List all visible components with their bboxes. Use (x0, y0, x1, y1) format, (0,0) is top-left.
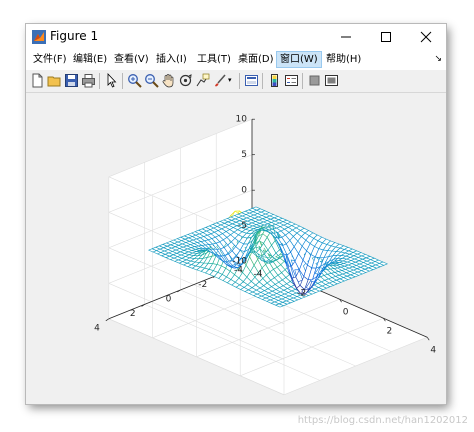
show-plot-tools-icon[interactable] (324, 73, 339, 88)
x-tick-label: -4 (254, 270, 263, 280)
x-tick-label: 4 (430, 346, 436, 356)
pan-hand-icon[interactable] (161, 73, 176, 88)
y-tick (105, 318, 109, 322)
window-title: Figure 1 (50, 29, 99, 43)
hide-plot-tools-icon[interactable] (307, 73, 322, 88)
zoom-in-icon[interactable] (127, 73, 142, 88)
x-tick-label: -2 (297, 289, 306, 299)
menu-file[interactable]: 文件(F) (30, 52, 70, 67)
brush-dropdown-icon[interactable]: ▾ (228, 73, 243, 88)
open-file-icon[interactable] (47, 73, 62, 88)
plot-area: -4 -2 0 2 4 -4 -2 0 2 4 10 5 0 -5 -10 (26, 93, 446, 404)
figure-window: Figure 1 文件(F) 编辑(E) 查看(V) 插入(I) 工具(T) 桌… (26, 24, 446, 404)
minimize-button[interactable] (326, 24, 366, 50)
z-tick-label: 5 (241, 150, 247, 160)
brush-icon[interactable] (212, 73, 227, 88)
menu-help[interactable]: 帮助(H) (323, 52, 364, 67)
menubar-overflow-icon[interactable]: ↘ (434, 54, 442, 64)
menu-bar: 文件(F) 编辑(E) 查看(V) 插入(I) 工具(T) 桌面(D) 窗口(W… (26, 50, 446, 70)
toolbar-separator (262, 73, 263, 89)
zoom-out-icon[interactable] (144, 73, 159, 88)
print-icon[interactable] (81, 73, 96, 88)
legend-icon[interactable] (284, 73, 299, 88)
z-tick-label: -5 (238, 221, 247, 231)
z-tick-label: -10 (232, 257, 247, 267)
colorbar-icon[interactable] (267, 73, 282, 88)
x-tick-label: 0 (343, 308, 349, 318)
close-icon (420, 31, 432, 43)
x-tick (426, 337, 430, 341)
rotate-3d-icon[interactable] (178, 73, 193, 88)
z-tick-label: 10 (236, 115, 248, 125)
close-button[interactable] (406, 24, 446, 50)
watermark-text: https://blog.csdn.net/han1202012 (297, 415, 468, 426)
new-figure-icon[interactable] (30, 73, 45, 88)
y-tick-label: -4 (234, 266, 243, 276)
y-tick-label: 0 (166, 295, 172, 305)
y-tick-label: -2 (198, 280, 207, 290)
menu-insert[interactable]: 插入(I) (153, 52, 190, 67)
menu-edit[interactable]: 编辑(E) (70, 52, 110, 67)
toolbar-separator (302, 73, 303, 89)
title-bar[interactable]: Figure 1 (26, 24, 446, 50)
toolbar: ▾ (26, 70, 446, 93)
x-tick-label: 2 (387, 327, 393, 337)
y-tick-label: 2 (130, 309, 136, 319)
maximize-button[interactable] (366, 24, 406, 50)
minimize-icon (341, 36, 351, 38)
menu-window[interactable]: 窗口(W) (276, 51, 322, 68)
select-arrow-icon[interactable] (104, 73, 119, 88)
matlab-icon (32, 30, 46, 44)
toolbar-separator (122, 73, 123, 89)
surface-plot[interactable]: -4 -2 0 2 4 -4 -2 0 2 4 10 5 0 -5 -10 (26, 93, 446, 404)
y-tick-label: 4 (94, 323, 100, 333)
menu-view[interactable]: 查看(V) (111, 52, 152, 67)
link-plot-icon[interactable] (244, 73, 259, 88)
z-tick-label: 0 (241, 186, 247, 196)
menu-tools[interactable]: 工具(T) (194, 52, 234, 67)
data-cursor-icon[interactable] (195, 73, 210, 88)
maximize-icon (381, 32, 391, 42)
toolbar-separator (239, 73, 240, 89)
save-icon[interactable] (64, 73, 79, 88)
toolbar-separator (99, 73, 100, 89)
menu-desktop[interactable]: 桌面(D) (235, 52, 277, 67)
